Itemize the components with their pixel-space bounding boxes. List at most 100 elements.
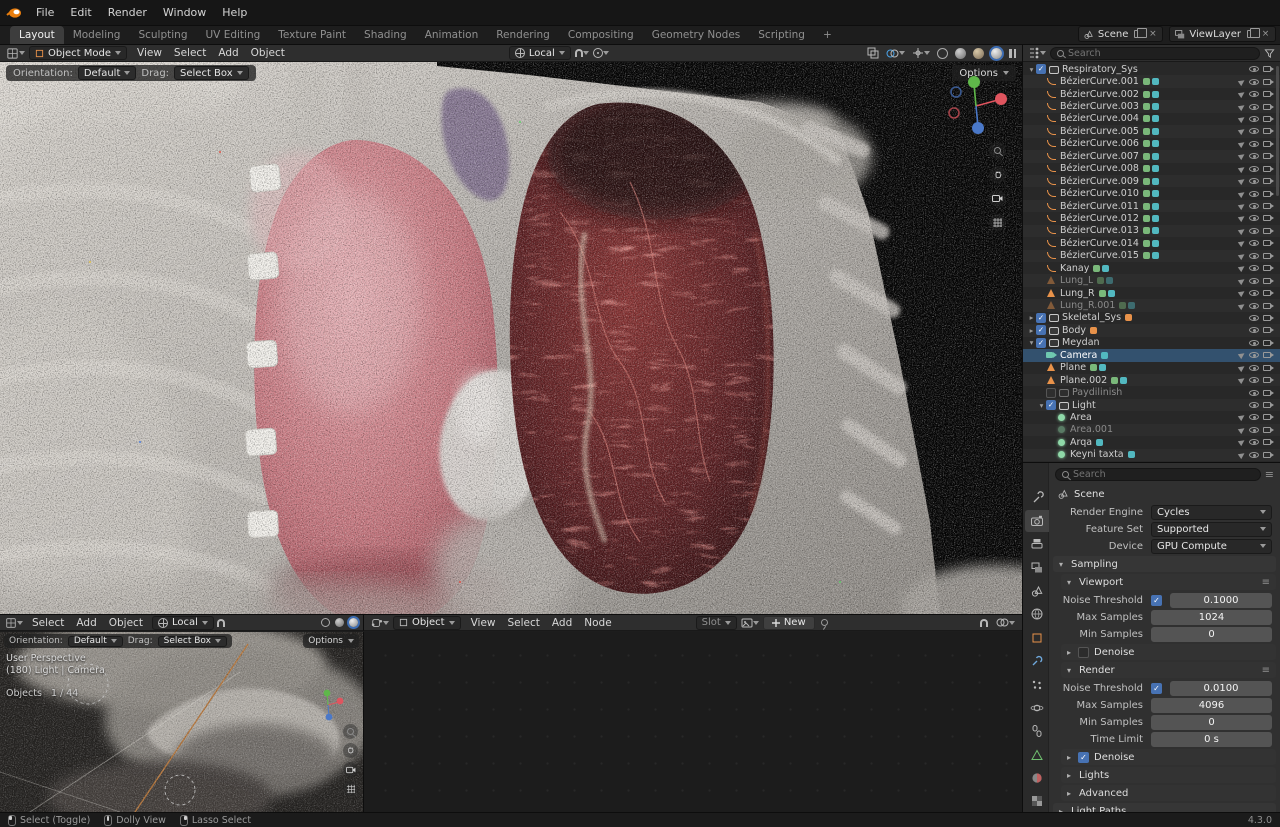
selectable-icon[interactable] <box>1237 425 1247 435</box>
selectable-icon[interactable] <box>1237 251 1247 260</box>
panel-header-denoise[interactable]: ▸ Denoise <box>1061 644 1276 660</box>
workspace-tab[interactable]: Geometry Nodes <box>643 26 750 44</box>
field-checkbox[interactable]: ✓ <box>1151 594 1162 606</box>
overlays-dropdown[interactable] <box>886 46 905 61</box>
viewlayer-selector[interactable]: ViewLayer × <box>1169 26 1276 42</box>
browse-datablock-icon[interactable] <box>741 615 759 630</box>
outliner-editor-icon[interactable] <box>1028 46 1046 61</box>
orientation-dropdown[interactable]: Default <box>77 66 137 80</box>
disable-in-render-icon[interactable] <box>1263 190 1274 197</box>
hide-in-viewport-icon[interactable] <box>1249 451 1259 458</box>
proportional-editing-icon[interactable] <box>592 46 609 61</box>
hide-in-viewport-icon[interactable] <box>1249 190 1259 197</box>
outliner-row[interactable]: BézierCurve.009 <box>1023 175 1280 187</box>
outliner-row[interactable]: BézierCurve.001 <box>1023 75 1280 87</box>
selectable-icon[interactable] <box>1237 438 1247 447</box>
editor-type-button[interactable] <box>5 615 23 630</box>
editor-type-button[interactable] <box>371 615 389 630</box>
menu-item[interactable]: Edit <box>62 3 99 22</box>
outliner-row[interactable]: BézierCurve.005 <box>1023 125 1280 137</box>
expander-icon[interactable]: ▸ <box>1027 313 1036 322</box>
workspace-tab[interactable]: Texture Paint <box>269 26 355 44</box>
disable-in-render-icon[interactable] <box>1263 227 1274 234</box>
hide-in-viewport-icon[interactable] <box>1249 364 1259 371</box>
node-context-dropdown[interactable]: Object <box>393 615 461 630</box>
panel-menu-icon[interactable]: ≡ <box>1262 577 1270 588</box>
expander-icon[interactable]: ▾ <box>1027 338 1036 347</box>
snap-toggle-icon[interactable] <box>216 615 225 630</box>
outliner-row[interactable]: BézierCurve.010 <box>1023 187 1280 199</box>
disable-in-render-icon[interactable] <box>1263 240 1274 247</box>
menu-item[interactable]: Add <box>546 616 578 630</box>
hide-in-viewport-icon[interactable] <box>1249 240 1259 247</box>
expander-icon[interactable]: ▸ <box>1027 326 1036 335</box>
disable-in-render-icon[interactable] <box>1263 215 1274 222</box>
outliner-row[interactable]: Area.001 <box>1023 424 1280 436</box>
selectable-icon[interactable] <box>1237 164 1247 173</box>
panel-checkbox[interactable]: ✓ <box>1078 751 1089 763</box>
shading-wireframe-icon[interactable] <box>937 46 948 61</box>
outliner-row[interactable]: BézierCurve.014 <box>1023 237 1280 249</box>
hide-in-viewport-icon[interactable] <box>1249 352 1259 359</box>
disable-in-render-icon[interactable] <box>1263 178 1274 185</box>
workspace-tab[interactable]: + <box>814 26 841 44</box>
ortho-grid-icon[interactable] <box>989 214 1006 231</box>
selectable-icon[interactable] <box>1237 127 1247 136</box>
outliner-row[interactable]: BézierCurve.007 <box>1023 150 1280 162</box>
workspace-tab[interactable]: Animation <box>416 26 488 44</box>
outliner-row[interactable]: Lung_L <box>1023 274 1280 286</box>
outliner-row[interactable]: BézierCurve.013 <box>1023 225 1280 237</box>
disable-in-render-icon[interactable] <box>1263 364 1274 371</box>
panel-header-lights[interactable]: ▸ Lights <box>1061 767 1276 783</box>
ortho-grid-icon[interactable] <box>343 781 358 796</box>
scene-selector[interactable]: Scene × <box>1077 26 1164 42</box>
outliner-row[interactable]: Arqa <box>1023 436 1280 448</box>
panel-header-denoise[interactable]: ▸ ✓ Denoise <box>1061 749 1276 765</box>
outliner-row[interactable]: ▾ ✓ Meydan <box>1023 337 1280 349</box>
menu-item[interactable]: Object <box>103 616 149 630</box>
tab-view-layer-properties[interactable] <box>1025 557 1049 578</box>
shading-rendered-icon[interactable] <box>349 615 358 630</box>
collection-checkbox[interactable]: ✓ <box>1036 64 1046 75</box>
outliner-row[interactable]: BézierCurve.006 <box>1023 138 1280 150</box>
outliner-row[interactable]: Area <box>1023 411 1280 423</box>
outliner-row[interactable]: Plane.002 <box>1023 374 1280 386</box>
disable-in-render-icon[interactable] <box>1263 66 1274 73</box>
hide-in-viewport-icon[interactable] <box>1249 265 1259 272</box>
disable-in-render-icon[interactable] <box>1263 377 1274 384</box>
tab-render-properties[interactable] <box>1025 510 1049 532</box>
hide-in-viewport-icon[interactable] <box>1249 115 1259 122</box>
disable-in-render-icon[interactable] <box>1263 339 1274 346</box>
disable-in-render-icon[interactable] <box>1263 128 1274 135</box>
selectable-icon[interactable] <box>1237 226 1247 236</box>
number-field[interactable]: 0 s <box>1151 731 1272 747</box>
hide-in-viewport-icon[interactable] <box>1249 327 1259 334</box>
outliner-row[interactable]: Kanay <box>1023 262 1280 274</box>
camera-view-icon[interactable] <box>343 762 358 777</box>
menu-item[interactable]: File <box>28 3 62 22</box>
collection-checkbox[interactable] <box>1046 387 1056 398</box>
number-field[interactable]: 4096 <box>1151 697 1272 713</box>
transform-orientation-dropdown[interactable]: Local <box>151 615 214 630</box>
tab-particles-properties[interactable] <box>1025 674 1049 695</box>
overlays-dropdown[interactable] <box>996 615 1015 630</box>
outliner-row[interactable]: BézierCurve.008 <box>1023 163 1280 175</box>
selectable-icon[interactable] <box>1237 363 1247 372</box>
slot-dropdown[interactable]: Slot <box>695 615 737 630</box>
selectable-icon[interactable] <box>1237 139 1247 149</box>
number-field[interactable]: 0.0100 <box>1170 680 1272 696</box>
new-scene-icon[interactable] <box>1132 28 1147 40</box>
hide-in-viewport-icon[interactable] <box>1249 426 1259 433</box>
disable-in-render-icon[interactable] <box>1263 352 1274 359</box>
disable-in-render-icon[interactable] <box>1263 389 1274 396</box>
shading-rendered-icon[interactable] <box>991 46 1002 61</box>
panel-header-render[interactable]: ▾ Render ≡ <box>1061 662 1276 678</box>
tab-object-data-properties[interactable] <box>1025 744 1049 765</box>
selectable-icon[interactable] <box>1237 301 1247 310</box>
menu-item[interactable]: View <box>465 616 502 630</box>
filter-icon[interactable] <box>1264 46 1275 61</box>
expander-icon[interactable]: ▾ <box>1027 65 1036 74</box>
workspace-tab[interactable]: Shading <box>355 26 416 44</box>
menu-item[interactable]: Select <box>168 46 212 60</box>
outliner-row[interactable]: BézierCurve.002 <box>1023 88 1280 100</box>
